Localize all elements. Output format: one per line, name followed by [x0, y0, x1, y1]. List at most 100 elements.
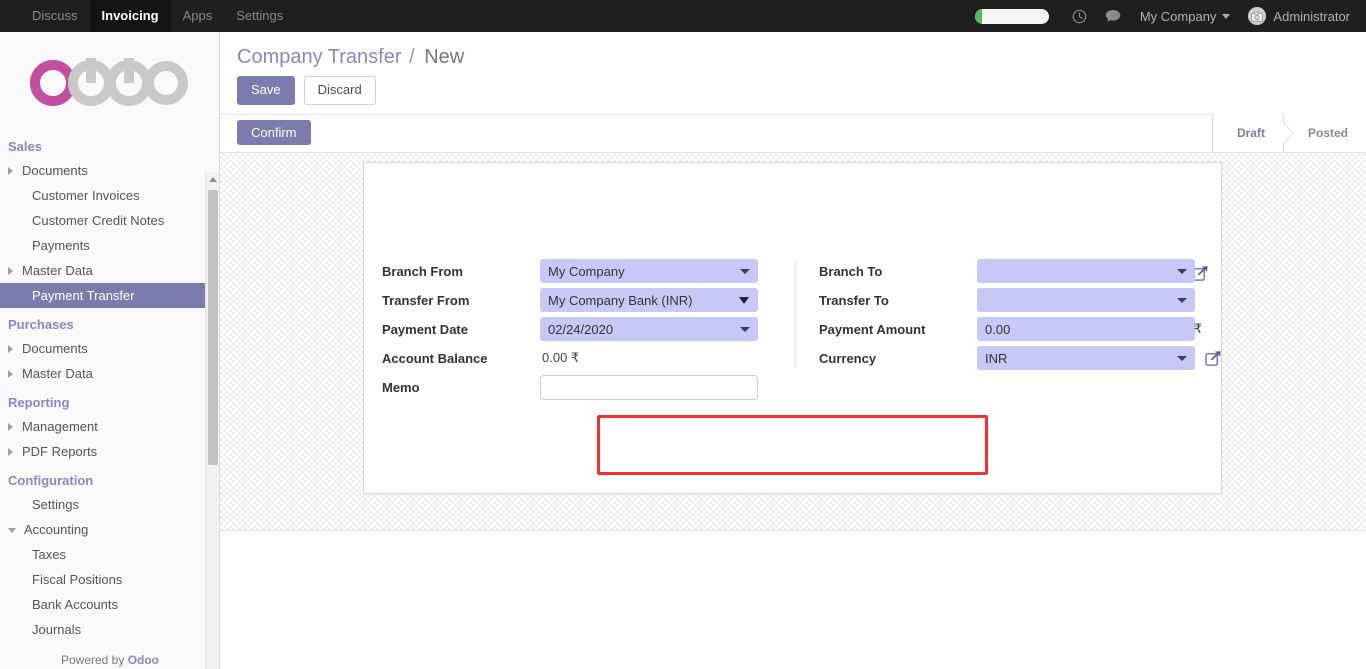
sidebar-item-label: Payments: [32, 238, 90, 253]
transfer-to-dropdown[interactable]: [977, 288, 1195, 313]
user-menu[interactable]: Administrator: [1236, 7, 1356, 25]
sidebar-item-label: Documents: [22, 163, 88, 178]
sidebar-scrollbar-thumb[interactable]: [208, 190, 218, 465]
confirm-button[interactable]: Confirm: [237, 120, 311, 146]
sidebar-item-taxes[interactable]: Taxes: [0, 542, 219, 567]
sidebar-item-label: PDF Reports: [22, 444, 98, 459]
sidebar-item-bank-accounts[interactable]: Bank Accounts: [0, 592, 219, 617]
main-content: Company Transfer / New Save Discard Conf…: [220, 32, 1366, 669]
company-switcher[interactable]: My Company: [1130, 9, 1237, 24]
label-transfer-from: Transfer From: [382, 292, 470, 308]
sidebar-item-label: Master Data: [22, 366, 93, 381]
sidebar-item-pdf-reports[interactable]: PDF Reports: [0, 439, 219, 464]
sidebar-item-label: Bank Accounts: [32, 597, 118, 612]
status-bar: Draft Posted: [1211, 113, 1366, 152]
control-panel-buttons: Save Discard: [220, 71, 1366, 114]
app-menu: Discuss Invoicing Apps Settings: [20, 0, 295, 32]
form-view: Branch From My Company Transfer From My …: [220, 152, 1366, 531]
breadcrumb-separator: /: [409, 46, 415, 68]
powered-by-brand[interactable]: Odoo: [128, 653, 159, 667]
sidebar-section-sales: Sales: [8, 139, 42, 154]
status-label: Draft: [1236, 125, 1265, 140]
field-row-payment-date: Payment Date 02/24/2020: [380, 316, 795, 343]
status-badge-draft[interactable]: Draft: [1211, 113, 1294, 152]
sidebar-item-fiscal-positions[interactable]: Fiscal Positions: [0, 567, 219, 592]
memo-input[interactable]: [540, 374, 758, 400]
nav-item-settings[interactable]: Settings: [224, 0, 295, 32]
sidebar-item-customer-credit-notes[interactable]: Customer Credit Notes: [0, 208, 219, 233]
company-switcher-label: My Company: [1139, 8, 1217, 24]
chevron-down-icon: [1222, 13, 1231, 19]
branch-to-dropdown[interactable]: [977, 259, 1195, 284]
payment-amount-input[interactable]: 0.00: [977, 317, 1195, 342]
sidebar-section-configuration: Configuration: [8, 473, 94, 488]
value-memo: [540, 374, 795, 400]
sidebar-item-accounting[interactable]: Accounting: [0, 517, 219, 542]
sidebar-item-documents-purchases[interactable]: Documents: [0, 336, 219, 361]
label-account-balance: Account Balance: [382, 350, 488, 366]
label-branch-from: Branch From: [382, 263, 463, 279]
systray: My Company Administrator: [974, 0, 1366, 32]
sidebar-scrollbar[interactable]: [205, 172, 219, 669]
currency-dropdown[interactable]: INR: [977, 346, 1195, 371]
sidebar-item-customer-invoices[interactable]: Customer Invoices: [0, 183, 219, 208]
chevron-right-icon: [8, 266, 13, 275]
breadcrumb-current: New: [424, 46, 465, 68]
transfer-from-select[interactable]: My Company Bank (INR): [540, 288, 758, 313]
form-sheet: Branch From My Company Transfer From My …: [363, 161, 1222, 494]
field-row-memo: Memo: [380, 374, 795, 401]
value-branch-from: My Company: [540, 259, 795, 284]
sidebar-item-settings[interactable]: Settings: [0, 492, 219, 517]
field-row-payment-amount: Payment Amount 0.00 ₹: [795, 316, 1210, 343]
top-navbar: Discuss Invoicing Apps Settings My Compa…: [0, 0, 1366, 32]
sidebar-item-payments[interactable]: Payments: [0, 233, 219, 258]
field-row-currency: Currency INR: [795, 345, 1221, 372]
external-link-icon[interactable]: [1205, 350, 1222, 367]
breadcrumb-root[interactable]: Company Transfer: [237, 46, 402, 68]
nav-item-invoicing[interactable]: Invoicing: [89, 0, 171, 32]
currency-value: INR: [985, 350, 1008, 366]
field-row-account-balance: Account Balance 0.00 ₹: [380, 345, 795, 372]
sidebar-item-management[interactable]: Management: [0, 414, 219, 439]
field-row-transfer-from: Transfer From My Company Bank (INR): [380, 287, 795, 314]
sidebar-item-label: Management: [22, 419, 98, 434]
chevron-right-icon: [8, 344, 13, 353]
timer-progress-bar[interactable]: [974, 8, 1049, 24]
sidebar-menu: Sales Documents Customer Invoices Custom…: [0, 130, 219, 669]
payment-date-picker[interactable]: 02/24/2020: [540, 317, 758, 342]
status-arrow: [1282, 122, 1293, 143]
label-branch-to: Branch To: [819, 263, 883, 279]
form-group-right: Branch To Transfer To Payment Amount 0.0…: [795, 258, 1221, 403]
clock-icon[interactable]: [1072, 9, 1087, 24]
branch-from-dropdown[interactable]: My Company: [540, 259, 758, 284]
status-label: Posted: [1307, 125, 1348, 140]
save-button[interactable]: Save: [237, 76, 295, 105]
form-status-row: Confirm Draft Posted: [220, 113, 1366, 153]
sidebar-item-master-data-sales[interactable]: Master Data: [0, 258, 219, 283]
value-transfer-to: [977, 288, 1210, 313]
sidebar: Sales Documents Customer Invoices Custom…: [0, 32, 220, 669]
powered-by-odoo: Powered by Odoo: [0, 653, 219, 667]
nav-item-apps[interactable]: Apps: [171, 0, 225, 32]
sidebar-item-journals[interactable]: Journals: [0, 617, 219, 642]
sidebar-item-documents-sales[interactable]: Documents: [0, 158, 219, 183]
status-badge-posted[interactable]: Posted: [1282, 113, 1366, 152]
form-group-left: Branch From My Company Transfer From My …: [380, 258, 795, 403]
chat-bubble-icon[interactable]: [1105, 9, 1121, 23]
discard-button[interactable]: Discard: [303, 76, 376, 105]
sidebar-item-payment-transfer[interactable]: Payment Transfer: [0, 283, 219, 308]
payment-date-value: 02/24/2020: [548, 321, 614, 337]
chevron-right-icon: [8, 422, 13, 431]
sidebar-item-label: Master Data: [22, 263, 93, 278]
odoo-logo[interactable]: [0, 32, 219, 130]
scroll-up-arrow-icon[interactable]: [206, 172, 219, 186]
sidebar-item-label: Accounting: [24, 522, 89, 537]
nav-item-discuss[interactable]: Discuss: [20, 0, 90, 32]
value-account-balance: 0.00 ₹: [540, 350, 795, 366]
breadcrumb: Company Transfer / New: [220, 40, 1366, 71]
sidebar-item-master-data-purchases[interactable]: Master Data: [0, 361, 219, 386]
field-row-branch-to: Branch To: [795, 258, 1210, 285]
chevron-right-icon: [8, 166, 13, 175]
label-payment-date: Payment Date: [382, 321, 468, 337]
label-transfer-to: Transfer To: [819, 292, 889, 308]
